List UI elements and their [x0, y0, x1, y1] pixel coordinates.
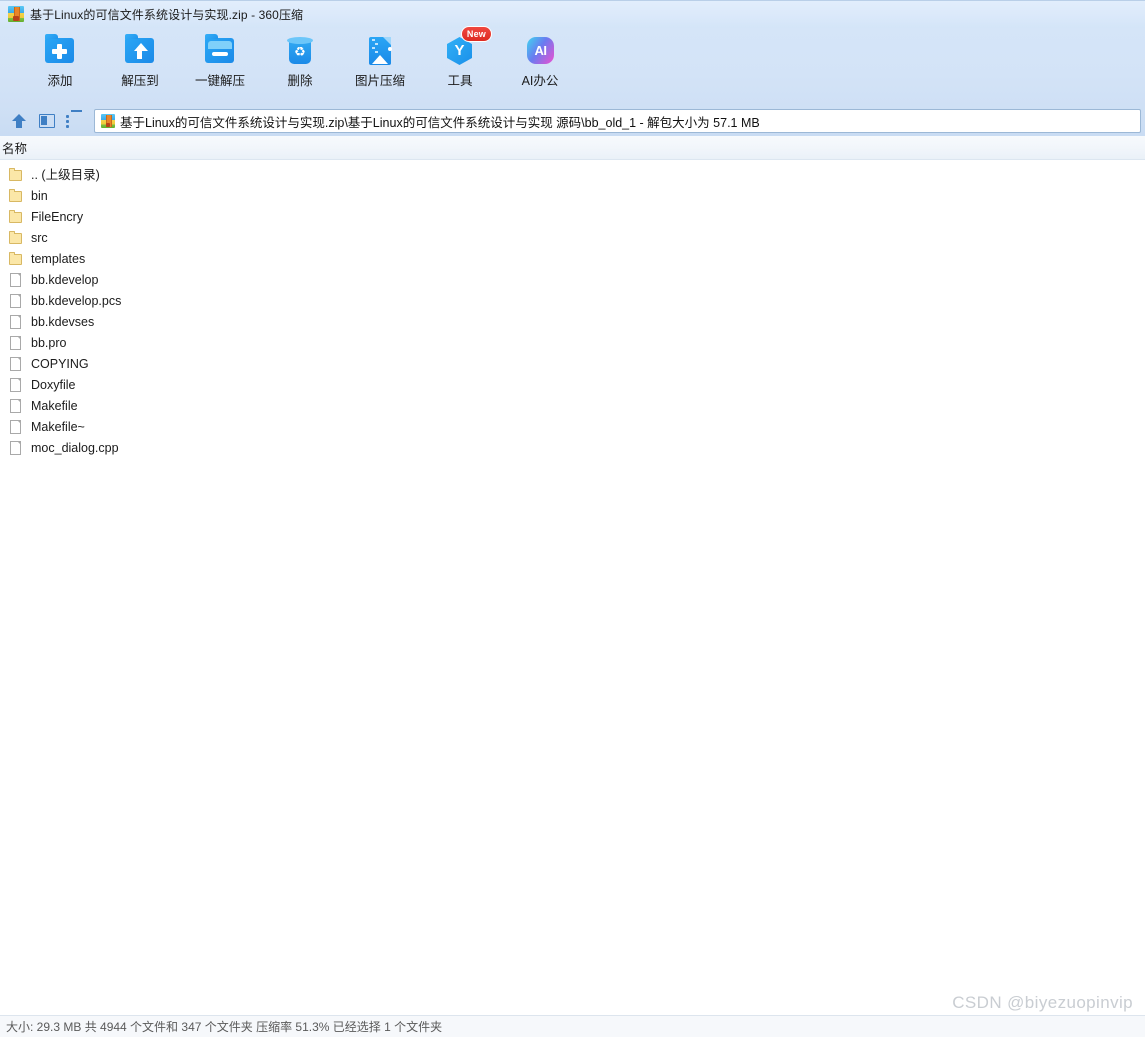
list-item-label: FileEncry [31, 209, 84, 224]
file-icon [8, 356, 24, 372]
file-icon [8, 272, 24, 288]
list-item-label: bb.pro [31, 335, 67, 350]
list-item[interactable]: bb.kdevses [0, 311, 1145, 332]
list-item-label: bb.kdevelop.pcs [31, 293, 122, 308]
new-badge: New [460, 26, 492, 42]
folder-icon [8, 251, 24, 267]
toolbar-button-ai-office[interactable]: AI AI办公 [500, 28, 580, 102]
toolbar-button-delete[interactable]: ♻ 删除 [260, 28, 340, 102]
list-item-label: Doxyfile [31, 377, 76, 392]
toolbar-button-add-label: 添加 [47, 74, 73, 88]
toolbar-button-tools[interactable]: New Y 工具 [420, 26, 500, 102]
file-icon [8, 293, 24, 309]
toolbar-button-image-compress-label: 图片压缩 [354, 74, 405, 88]
list-item[interactable]: COPYING [0, 353, 1145, 374]
list-item-label: bb.kdevelop [31, 272, 99, 287]
list-item-label: templates [31, 251, 86, 266]
toolbar-button-one-click-extract[interactable]: 一键解压 [180, 28, 260, 102]
folder-icon [8, 209, 24, 225]
list-view-icon[interactable] [64, 110, 86, 132]
toolbar-button-one-click-extract-label: 一键解压 [194, 74, 245, 88]
compression-app-window: 基于Linux的可信文件系统设计与实现.zip - 360压缩 添加 解压到 一… [0, 0, 1145, 1037]
toolbar-button-delete-label: 删除 [287, 74, 313, 88]
status-text: 大小: 29.3 MB 共 4944 个文件和 347 个文件夹 压缩率 51.… [6, 1020, 443, 1034]
list-item[interactable]: .. (上级目录) [0, 164, 1145, 185]
preview-panel-icon[interactable] [36, 110, 58, 132]
up-arrow-icon[interactable] [8, 110, 30, 132]
folder-icon [8, 188, 24, 204]
toolbar-button-extract-to-label: 解压到 [121, 74, 159, 88]
file-list[interactable]: .. (上级目录) bin FileEncry src templates bb… [0, 160, 1145, 1015]
list-item-label: bin [31, 188, 48, 203]
list-item[interactable]: bb.kdevelop [0, 269, 1145, 290]
list-item-label: src [31, 230, 48, 245]
folder-icon [8, 167, 24, 183]
zip-file-icon [8, 6, 24, 22]
list-item[interactable]: src [0, 227, 1145, 248]
list-item[interactable]: bb.kdevelop.pcs [0, 290, 1145, 311]
folder-plus-icon [43, 34, 80, 68]
file-icon [8, 440, 24, 456]
path-input[interactable]: 基于Linux的可信文件系统设计与实现.zip\基于Linux的可信文件系统设计… [94, 109, 1141, 133]
image-compress-icon [363, 34, 397, 68]
toolbar-button-tools-label: 工具 [447, 74, 473, 88]
list-item[interactable]: bb.pro [0, 332, 1145, 353]
address-bar: 基于Linux的可信文件系统设计与实现.zip\基于Linux的可信文件系统设计… [0, 106, 1145, 136]
list-item[interactable]: Makefile [0, 395, 1145, 416]
list-item[interactable]: FileEncry [0, 206, 1145, 227]
file-icon [8, 335, 24, 351]
toolbar-button-add[interactable]: 添加 [20, 28, 100, 102]
file-icon [8, 314, 24, 330]
status-bar: 大小: 29.3 MB 共 4944 个文件和 347 个文件夹 压缩率 51.… [0, 1015, 1145, 1037]
list-item[interactable]: Makefile~ [0, 416, 1145, 437]
list-item[interactable]: bin [0, 185, 1145, 206]
list-item-label: COPYING [31, 356, 89, 371]
recycle-bin-icon: ♻ [283, 34, 317, 68]
list-item-label: .. (上级目录) [31, 167, 100, 182]
window-title: 基于Linux的可信文件系统设计与实现.zip - 360压缩 [30, 7, 304, 22]
title-bar: 基于Linux的可信文件系统设计与实现.zip - 360压缩 [0, 0, 1145, 28]
column-header-name[interactable]: 名称 [0, 138, 402, 157]
toolbar-button-image-compress[interactable]: 图片压缩 [340, 28, 420, 102]
list-item-label: moc_dialog.cpp [31, 440, 119, 455]
folder-extract-to-icon [123, 34, 160, 68]
file-icon [8, 419, 24, 435]
main-toolbar: 添加 解压到 一键解压 ♻ 删除 图片压缩 New Y 工具 AI AI办公 [0, 26, 1145, 106]
list-item[interactable]: Doxyfile [0, 374, 1145, 395]
ai-office-icon: AI [523, 34, 557, 68]
list-item[interactable]: moc_dialog.cpp [0, 437, 1145, 458]
path-text: 基于Linux的可信文件系统设计与实现.zip\基于Linux的可信文件系统设计… [120, 115, 760, 130]
column-header-row: 名称 [0, 136, 1145, 160]
list-item[interactable]: templates [0, 248, 1145, 269]
list-item-label: Makefile [31, 398, 78, 413]
one-click-extract-icon [203, 34, 237, 68]
list-item-label: bb.kdevses [31, 314, 95, 329]
toolbar-button-extract-to[interactable]: 解压到 [100, 28, 180, 102]
toolbar-button-ai-office-label: AI办公 [521, 74, 559, 88]
folder-icon [8, 230, 24, 246]
file-icon [8, 377, 24, 393]
file-icon [8, 398, 24, 414]
zip-file-icon [101, 114, 115, 128]
list-item-label: Makefile~ [31, 419, 85, 434]
